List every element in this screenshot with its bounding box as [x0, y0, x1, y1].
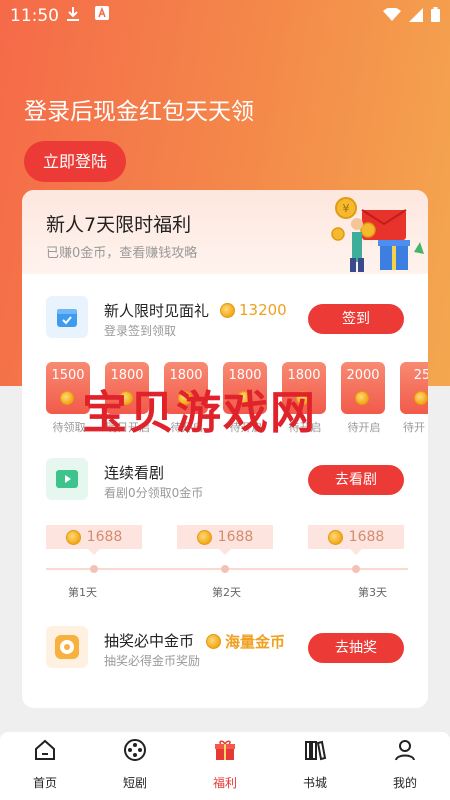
day-amount: 1800 [228, 368, 262, 383]
newbie-coin-value: 13200 [239, 301, 287, 319]
coin-icon [206, 634, 221, 649]
status-icons [383, 7, 440, 22]
watch-drama-sub: 看剧0分领取0金币 [104, 486, 204, 500]
coin-icon [220, 302, 235, 318]
bottom-nav: 首页 短剧 福利 书城 我的 [0, 732, 450, 800]
user-icon [395, 740, 415, 761]
day-amount: 25 [413, 368, 428, 383]
nav-item-welfare[interactable]: 福利 [180, 732, 270, 800]
seven-day-strip: 1500 待领取 1800 明日开启 1800 待开启 1800 待开启 180… [46, 362, 428, 442]
watch-reward-tile: 1688 [177, 525, 273, 555]
coin-icon [414, 391, 428, 405]
day-chip[interactable]: 1800 待开启 [223, 362, 269, 435]
day-tick-label: 第2天 [212, 586, 241, 599]
welfare-card: 新人7天限时福利 已赚0金币，查看赚钱攻略 ¥ 新人限时见面礼 13200 登录… [22, 190, 428, 708]
film-reel-icon [124, 739, 146, 761]
day-status: 待领取 [52, 421, 86, 434]
day-status: 明日开启 [106, 421, 150, 434]
day-amount: 2000 [346, 368, 380, 383]
coin-icon [296, 391, 310, 405]
hero-title: 登录后现金红包天天领 [24, 99, 254, 125]
card-header: 新人7天限时福利 已赚0金币，查看赚钱攻略 ¥ [22, 190, 428, 274]
card-title: 新人7天限时福利 [46, 214, 192, 236]
app-notification-icon [95, 6, 109, 24]
nav-label: 福利 [212, 776, 237, 790]
watch-reward-value: 1688 [86, 529, 123, 545]
card-subtitle[interactable]: 已赚0金币，查看赚钱攻略 [46, 242, 197, 261]
day-amount: 1800 [287, 368, 321, 383]
play-video-icon [46, 458, 88, 500]
day-status: 待开启 [347, 421, 381, 434]
coin-icon [355, 391, 369, 405]
watch-drama-title: 连续看剧 [104, 464, 165, 482]
status-bar: 11:50 [0, 0, 450, 32]
watch-reward-value: 1688 [217, 529, 254, 545]
day-chip[interactable]: 1800 待开启 [164, 362, 210, 435]
day-amount: 1500 [51, 368, 85, 383]
progress-dot [221, 565, 229, 573]
status-time: 11:50 [10, 6, 59, 26]
day-status: 待开 [403, 421, 425, 434]
bookshelf-icon [305, 740, 327, 761]
watch-reward-value: 1688 [348, 529, 385, 545]
nav-item-bookstore[interactable]: 书城 [270, 732, 360, 800]
newbie-gift-title: 新人限时见面礼 [104, 302, 210, 320]
nav-label: 短剧 [122, 776, 147, 790]
day-status: 待开启 [170, 421, 204, 434]
nav-item-mine[interactable]: 我的 [360, 732, 450, 800]
gift-icon [215, 740, 235, 760]
download-icon [66, 6, 80, 26]
lottery-badge: 海量金币 [206, 631, 285, 652]
battery-icon [431, 7, 440, 22]
day-status: 待开启 [288, 421, 322, 434]
day-chip[interactable]: 1800 待开启 [282, 362, 328, 435]
sign-in-button[interactable]: 签到 [308, 304, 404, 334]
day-chip[interactable]: 1500 待领取 [46, 362, 92, 435]
lottery-badge-text: 海量金币 [225, 633, 286, 651]
login-button[interactable]: 立即登陆 [24, 141, 126, 182]
day-chip[interactable]: 25 待开 [400, 362, 428, 435]
progress-dot [352, 565, 360, 573]
home-icon [35, 739, 55, 760]
day-chip[interactable]: 1800 明日开启 [105, 362, 151, 435]
calendar-icon [46, 296, 88, 338]
coin-icon [60, 391, 74, 405]
progress-dot [90, 565, 98, 573]
lottery-button[interactable]: 去抽奖 [308, 633, 404, 663]
watch-drama-button[interactable]: 去看剧 [308, 465, 404, 495]
day-tick-label: 第3天 [358, 586, 387, 599]
watch-reward-tile: 1688 [308, 525, 404, 555]
nav-item-short-drama[interactable]: 短剧 [90, 732, 180, 800]
nav-label: 我的 [392, 776, 417, 790]
watch-reward-tile: 1688 [46, 525, 142, 555]
coin-icon [178, 391, 192, 405]
lottery-sub: 抽奖必得金币奖励 [104, 654, 201, 668]
day-status: 待开启 [229, 421, 263, 434]
coin-icon [65, 529, 81, 545]
day-amount: 1800 [110, 368, 144, 383]
gift-illustration-icon: ¥ [331, 197, 424, 272]
coin-icon [196, 529, 212, 545]
coin-icon [327, 529, 343, 545]
coin-icon [119, 391, 133, 405]
coin-icon [237, 391, 251, 405]
nav-label: 首页 [32, 776, 57, 790]
lottery-title: 抽奖必中金币 [104, 632, 195, 650]
day-chip[interactable]: 2000 待开启 [341, 362, 387, 435]
signal-icon [409, 7, 423, 22]
nav-label: 书城 [302, 776, 327, 790]
lottery-icon [46, 626, 88, 668]
wifi-icon [383, 7, 401, 21]
newbie-gift-sub: 登录签到领取 [104, 324, 177, 338]
day-amount: 1800 [169, 368, 203, 383]
svg-text:¥: ¥ [343, 202, 350, 215]
nav-item-home[interactable]: 首页 [0, 732, 90, 800]
newbie-coin-amount: 13200 [220, 301, 287, 319]
day-tick-label: 第1天 [68, 586, 97, 599]
